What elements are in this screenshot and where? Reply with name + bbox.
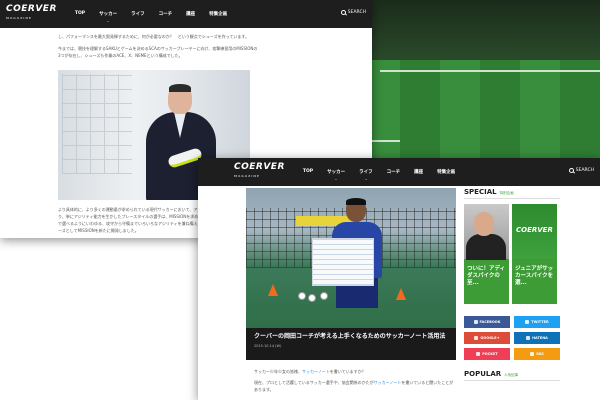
nav-item-life[interactable]: ライフ ⌄ — [359, 169, 373, 181]
cone-icon — [268, 284, 278, 296]
article-date: 2015.10.14 (W) — [254, 344, 282, 348]
nav-item-life[interactable]: ライフ — [131, 11, 145, 17]
chevron-down-icon: ⌄ — [364, 176, 368, 181]
facebook-icon — [473, 320, 478, 324]
site-logo[interactable]: COERVER MAGAZINE — [6, 5, 57, 23]
field-line — [380, 70, 600, 72]
window-frame — [62, 74, 132, 174]
top-navigation: COERVER MAGAZINE TOP サッカー ⌄ ライフ コーチ 講座 特集企… — [0, 0, 372, 28]
special-heading: SPECIAL 特別企画 — [464, 188, 560, 199]
twitter-share-button[interactable]: TWITTER — [514, 316, 560, 328]
article-paragraph: サッカー少年少女の皆様、サッカーノートを書いていますか？ — [254, 368, 454, 375]
white-backdrop — [0, 238, 205, 400]
special-card-title: ついに！アディダスパイクの至... — [467, 266, 506, 286]
article-intro: し、パフォーマンスを最大限発揮するために、何が必要なのか？ という観点でシューズ… — [58, 28, 258, 59]
special-cards: ついに！アディダスパイクの至... COERVER ジュニアがサッカースパイクを… — [464, 204, 560, 304]
special-card[interactable]: COERVER ジュニアがサッカースパイクを選... — [512, 204, 557, 304]
hair-shape — [169, 84, 191, 92]
site-logo[interactable]: COERVER MAGAZINE — [234, 163, 285, 181]
nav-item-special[interactable]: 特集企画 — [209, 11, 227, 17]
nav-item-top[interactable]: TOP — [75, 11, 85, 17]
nav-menu: TOP サッカー ⌄ ライフ コーチ 講座 特集企画 — [75, 11, 241, 23]
special-card-title: ジュニアがサッカースパイクを選... — [515, 266, 554, 286]
nav-item-coach[interactable]: コーチ — [387, 169, 401, 175]
nav-item-soccer[interactable]: サッカー ⌄ — [327, 169, 345, 181]
article-excerpt: サッカー少年少女の皆様、サッカーノートを書いていますか？ 現在、プロとして活躍し… — [254, 368, 454, 393]
pocket-icon — [476, 352, 481, 356]
hatena-icon — [526, 336, 531, 340]
soccer-note-link[interactable]: サッカーノート — [374, 380, 402, 385]
top-navigation: COERVER MAGAZINE TOP サッカー ⌄ ライフ ⌄ コーチ 講座 特集… — [198, 158, 600, 186]
search-label: SEARCH — [575, 168, 594, 173]
person-suit — [466, 234, 506, 260]
popular-heading: POPULAR 人気記事 — [464, 370, 560, 381]
coerver-logo: COERVER — [516, 226, 553, 234]
rss-icon — [530, 352, 535, 356]
nav-item-course[interactable]: 講座 — [186, 11, 195, 17]
front-browser-window: COERVER MAGAZINE TOP サッカー ⌄ ライフ ⌄ コーチ 講座 特集… — [198, 158, 600, 400]
nav-item-soccer[interactable]: サッカー ⌄ — [99, 11, 117, 23]
nav-item-course[interactable]: 講座 — [414, 169, 423, 175]
google-plus-icon — [474, 336, 479, 340]
chevron-down-icon: ⌄ — [106, 18, 110, 23]
article-title: クーバーの岡田コーチが考える上手くなるためのサッカーノート活用法 — [254, 333, 446, 340]
share-buttons: FACEBOOK TWITTER GOOGLE+ HATENA POCKET R… — [464, 316, 560, 360]
hatena-share-button[interactable]: HATENA — [514, 332, 560, 344]
nav-item-coach[interactable]: コーチ — [159, 11, 173, 17]
cone-icon — [396, 288, 406, 300]
notebook-sheet — [312, 238, 374, 286]
article-paragraph: 現在、プロとして活躍しているサッカー選手や、協会関係のかたがサッカーノートを書い… — [254, 379, 454, 393]
ball-icon — [320, 292, 328, 300]
search-label: SEARCH — [347, 10, 366, 15]
search-icon — [568, 168, 574, 173]
nav-menu: TOP サッカー ⌄ ライフ ⌄ コーチ 講座 特集企画 — [303, 169, 469, 181]
sidebar: SPECIAL 特別企画 ついに！アディダスパイクの至... COERVER ジュ… — [464, 188, 560, 381]
facebook-share-button[interactable]: FACEBOOK — [464, 316, 510, 328]
text-segment: サッカー少年少女の皆様、 — [254, 369, 302, 374]
search-icon — [340, 10, 346, 15]
text-segment: を書いていますか？ — [329, 369, 366, 374]
chevron-down-icon: ⌄ — [334, 176, 338, 181]
nav-item-special[interactable]: 特集企画 — [437, 169, 455, 175]
ball-icon — [298, 292, 306, 300]
article-paragraph: し、パフォーマンスを最大限発揮するために、何が必要なのか？ という観点でシューズ… — [58, 34, 249, 39]
twitter-icon — [525, 320, 530, 324]
pocket-share-button[interactable]: POCKET — [464, 348, 510, 360]
google-share-button[interactable]: GOOGLE+ — [464, 332, 510, 344]
rss-share-button[interactable]: RSS — [514, 348, 560, 360]
hero-photo[interactable] — [246, 188, 456, 328]
nav-item-top[interactable]: TOP — [303, 169, 313, 175]
article-paragraph: 今までは、競技を理解するSAKUとゲームを決めるSCAのサッカープレーヤーに向け… — [58, 46, 258, 58]
player-hair — [346, 198, 366, 205]
person-face — [474, 212, 494, 236]
soccer-note-link[interactable]: サッカーノート — [302, 369, 330, 374]
special-card[interactable]: ついに！アディダスパイクの至... — [464, 204, 509, 304]
hero-caption[interactable]: クーバーの岡田コーチが考える上手くなるためのサッカーノート活用法 2015.10… — [246, 328, 456, 360]
search-button[interactable]: SEARCH — [568, 168, 594, 173]
text-segment: 現在、プロとして活躍しているサッカー選手や、協会関係のかたが — [254, 380, 374, 385]
ball-icon — [308, 294, 316, 302]
field-line — [372, 140, 400, 142]
search-button[interactable]: SEARCH — [340, 10, 366, 15]
